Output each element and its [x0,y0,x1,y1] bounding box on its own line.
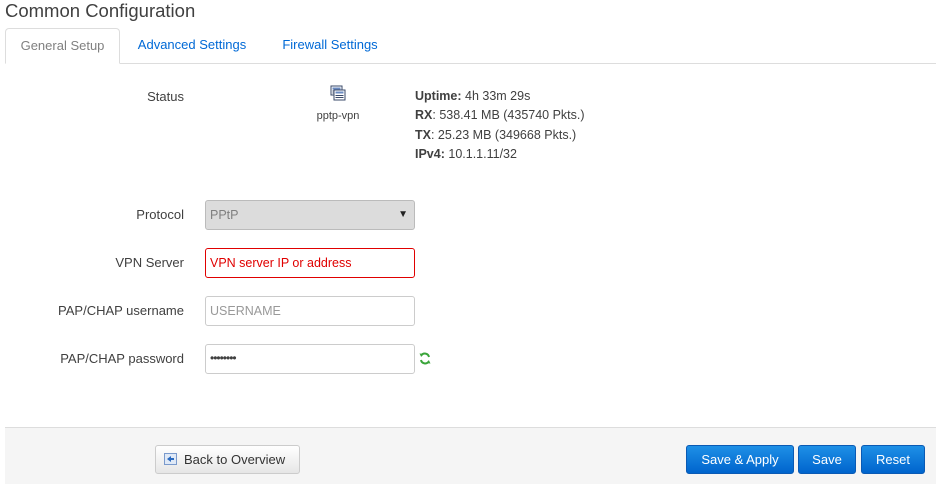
status-label: Status [147,89,184,104]
username-input[interactable]: USERNAME [205,296,415,326]
network-interface-icon [330,85,346,101]
vpn-server-input[interactable]: VPN server IP or address [205,248,415,278]
tab-firewall-settings[interactable]: Firewall Settings [263,28,397,64]
protocol-label: Protocol [136,207,184,222]
tx-row: TX: 25.23 MB (349668 Pkts.) [415,126,585,145]
protocol-value: PPtP [210,208,239,222]
tab-advanced-settings[interactable]: Advanced Settings [123,28,261,64]
tx-value: : 25.23 MB (349668 Pkts.) [430,127,577,142]
username-label: PAP/CHAP username [58,303,184,318]
back-arrow-icon [164,453,177,465]
protocol-select[interactable]: PPtP ▼ [205,200,415,230]
reset-button[interactable]: Reset [861,445,925,474]
back-to-overview-button[interactable]: Back to Overview [155,445,300,474]
password-value: •••••••• [210,351,237,365]
save-apply-button[interactable]: Save & Apply [686,445,794,474]
page-title: Common Configuration [5,0,196,21]
password-label: PAP/CHAP password [60,351,184,366]
tab-general-setup[interactable]: General Setup [5,28,120,64]
username-placeholder: USERNAME [210,304,281,318]
ipv4-value: 10.1.1.11/32 [444,146,517,161]
vpn-server-label: VPN Server [115,255,184,270]
password-input[interactable]: •••••••• [205,344,415,374]
back-to-overview-label: Back to Overview [184,452,286,467]
save-button[interactable]: Save [798,445,856,474]
tab-bar: General Setup Advanced Settings Firewall… [5,28,936,64]
reveal-password-icon[interactable] [419,352,431,365]
uptime-value: 4h 33m 29s [461,89,531,103]
status-details: Uptime: 4h 33m 29s RX: 538.41 MB (435740… [415,87,585,164]
rx-label: RX [415,108,433,123]
ipv4-label: IPv4: [415,146,445,161]
ipv4-row: IPv4: 10.1.1.11/32 [415,145,585,164]
rx-row: RX: 538.41 MB (435740 Pkts.) [415,106,585,125]
dropdown-arrow-icon: ▼ [398,209,408,220]
uptime-label: Uptime: [415,89,462,103]
uptime-row: Uptime: 4h 33m 29s [415,87,585,106]
action-bar [5,427,936,484]
rx-value: : 538.41 MB (435740 Pkts.) [432,108,585,123]
vpn-server-placeholder: VPN server IP or address [210,256,352,270]
tx-label: TX [415,127,431,142]
interface-name: pptp-vpn [316,110,360,122]
